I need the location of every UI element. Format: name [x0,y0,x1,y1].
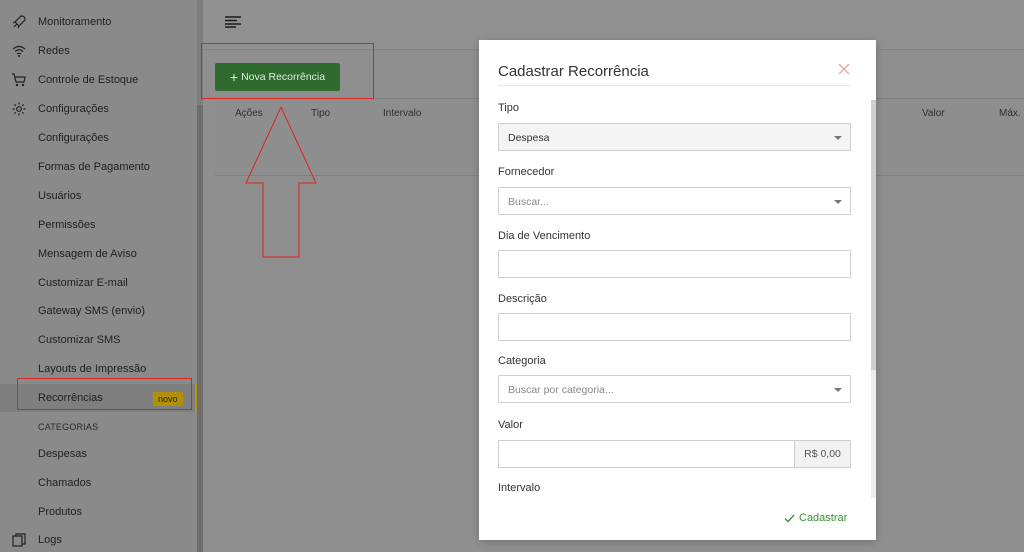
sidebar-item-label: Mensagem de Aviso [38,248,137,260]
sidebar-item-gateway-sms[interactable]: Gateway SMS (envio) [0,297,196,325]
modal-divider [498,85,851,86]
tipo-label: Tipo [498,102,519,114]
sidebar-item-label: Gateway SMS (envio) [38,305,145,317]
submit-label: Cadastrar [799,512,848,524]
sidebar-item-label: Redes [38,45,70,57]
sidebar-item-label: Logs [38,534,62,546]
modal-scrollbar-thumb[interactable] [871,100,876,370]
sidebar-item-produtos[interactable]: Produtos [0,498,196,526]
copy-icon [12,533,26,547]
valor-label: Valor [498,419,523,431]
currency-addon: R$ 0,00 [794,441,850,467]
sidebar-item-label: Layouts de Impressão [38,363,147,375]
categoria-label: Categoria [498,355,546,367]
register-recurrence-modal: Cadastrar Recorrência Tipo Despesa Forne… [479,40,876,540]
sidebar-item-label: Usuários [38,190,82,202]
chevron-down-icon [834,388,842,392]
menu-icon[interactable] [225,16,241,28]
sidebar-item-label: Permissões [38,219,96,231]
sidebar-item-despesas[interactable]: Despesas [0,440,196,468]
sidebar-item-label: Customizar E-mail [38,277,128,289]
sidebar-item-logs[interactable]: Logs [0,526,196,552]
sidebar-item-customizar-sms[interactable]: Customizar SMS [0,326,196,354]
close-icon[interactable] [837,62,851,76]
sidebar-item-configuracoes-group[interactable]: Configurações [0,95,196,123]
sidebar-item-mensagem-aviso[interactable]: Mensagem de Aviso [0,240,196,268]
sidebar-item-permissoes[interactable]: Permissões [0,211,196,239]
gear-icon [12,102,26,116]
valor-input[interactable]: R$ 0,00 [498,440,851,468]
submit-button[interactable]: Cadastrar [784,512,847,524]
sidebar-section-label: CATEGORIAS [38,422,99,432]
wifi-icon [12,45,26,57]
fornecedor-label: Fornecedor [498,166,555,178]
column-header-valor: Valor [922,108,945,119]
sidebar-item-label: Despesas [38,448,87,460]
intervalo-label: Intervalo [498,482,541,494]
sidebar-item-label: Monitoramento [38,16,112,28]
sidebar-item-label: Configurações [38,103,109,115]
sidebar-item-label: Produtos [38,506,83,518]
column-header-max: Máx. [999,108,1021,119]
column-header-intervalo: Intervalo [383,108,422,119]
sidebar-item-label: Chamados [38,477,92,489]
sidebar-section-categorias: CATEGORIAS [0,413,196,441]
sidebar-item-redes[interactable]: Redes [0,37,196,65]
rocket-icon [12,15,26,29]
sidebar-scrollbar-thumb[interactable] [197,105,203,552]
annotation-arrow-up-icon [245,106,317,258]
descricao-label: Descrição [498,293,547,305]
sidebar-item-monitoramento[interactable]: Monitoramento [0,8,196,36]
modal-scrollbar[interactable] [871,100,876,498]
sidebar-item-formas-pagamento[interactable]: Formas de Pagamento [0,153,196,181]
sidebar-item-label: Formas de Pagamento [38,161,150,173]
descricao-input[interactable] [498,313,851,341]
modal-title: Cadastrar Recorrência [498,63,649,80]
sidebar-item-chamados[interactable]: Chamados [0,469,196,497]
check-icon [784,514,795,522]
dia-vencimento-label: Dia de Vencimento [498,230,591,242]
sidebar: Monitoramento Redes Controle de Estoque … [0,0,203,552]
tipo-select[interactable]: Despesa [498,123,851,151]
sidebar-item-configuracoes[interactable]: Configurações [0,124,196,152]
dia-vencimento-input[interactable] [498,250,851,278]
sidebar-item-usuarios[interactable]: Usuários [0,182,196,210]
sidebar-item-label: Customizar SMS [38,334,121,346]
fornecedor-select[interactable]: Buscar... [498,187,851,215]
sidebar-item-label: Configurações [38,132,109,144]
chevron-down-icon [834,136,842,140]
sidebar-item-customizar-email[interactable]: Customizar E-mail [0,269,196,297]
cart-icon [12,73,26,87]
annotation-highlight-button [201,43,374,99]
tipo-select-value: Despesa [508,132,550,144]
sidebar-item-controle-estoque[interactable]: Controle de Estoque [0,66,196,94]
sidebar-item-label: Controle de Estoque [38,74,139,86]
chevron-down-icon [834,200,842,204]
annotation-highlight-sidebar [17,378,192,410]
categoria-placeholder: Buscar por categoria... [508,384,614,396]
categoria-select[interactable]: Buscar por categoria... [498,375,851,403]
fornecedor-placeholder: Buscar... [508,196,549,208]
